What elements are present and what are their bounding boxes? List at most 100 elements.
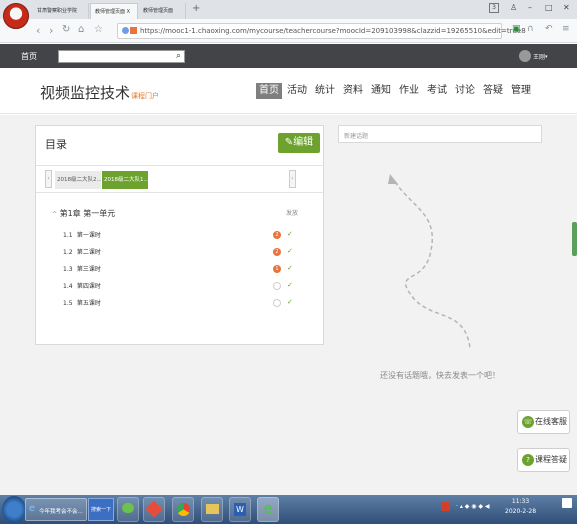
chapter-label: 第1章 第一单元	[59, 209, 116, 218]
lesson-row[interactable]: 1.2 第二课时	[63, 247, 101, 259]
lock-icon	[122, 27, 129, 34]
empty-badge	[273, 299, 281, 307]
dashed-arrow-illustration	[388, 174, 471, 349]
close-window-icon[interactable]: ✕	[563, 3, 570, 12]
check-icon[interactable]: ✓	[287, 281, 293, 289]
headphone-icon[interactable]: ∩	[527, 24, 534, 34]
nav-manage[interactable]: 管理	[511, 83, 531, 99]
edit-button-label: 编辑	[293, 137, 314, 148]
course-qa-button[interactable]: ? 课程答疑	[517, 448, 570, 472]
user-name: 王刚	[533, 53, 546, 61]
maximize-icon[interactable]: □	[545, 3, 553, 12]
page-counter: 3	[489, 3, 499, 13]
search-icon[interactable]: ⌕	[176, 51, 181, 61]
lesson-row[interactable]: 1.1 第一课时	[63, 230, 101, 242]
pencil-icon: ✎	[284, 137, 294, 148]
shirt-icon[interactable]: ♙	[510, 3, 517, 12]
shield-icon	[130, 27, 137, 34]
lesson-name: 第一课时	[76, 232, 101, 239]
question-icon: ?	[522, 454, 534, 466]
undo-icon[interactable]: ↶	[545, 24, 553, 34]
new-topic-placeholder: 新建话题	[344, 133, 369, 140]
star-icon[interactable]: ☆	[94, 24, 103, 35]
release-column-header: 发放	[286, 210, 299, 217]
course-title-text: 视频监控技术	[40, 84, 131, 102]
tab-close-icon[interactable]: X	[127, 9, 130, 15]
new-tab-icon[interactable]: +	[192, 3, 200, 14]
lesson-row[interactable]: 1.5 第五课时	[63, 298, 101, 310]
lesson-name: 第二课时	[76, 249, 101, 256]
lesson-name: 第三课时	[76, 266, 101, 273]
os-taskbar: e 今年我考会不会... 搜索一下 W e · ▴ ◆ ◉ ◆ ◀ 11:33 2…	[0, 495, 577, 524]
online-service-label: 在线客服	[535, 417, 567, 426]
chapter-heading[interactable]: ^ 第1章 第一单元	[52, 208, 115, 219]
ie-browser-icon[interactable]: e	[257, 497, 279, 522]
nav-notice[interactable]: 通知	[371, 83, 391, 99]
extension-icon[interactable]: ▣	[512, 24, 521, 34]
tab-label: 教师管理页面	[95, 9, 126, 15]
site-top-bar: 首页 ⌕ 王刚▾	[0, 44, 577, 68]
url-text: https://mooc1-1.chaoxing.com/mycourse/te…	[140, 27, 526, 35]
forward-icon[interactable]: ›	[49, 24, 53, 37]
nav-exam[interactable]: 考试	[427, 83, 447, 99]
folder-icon[interactable]	[201, 497, 223, 522]
minimize-icon[interactable]: –	[528, 3, 532, 12]
new-topic-input[interactable]: 新建话题	[338, 125, 542, 143]
lesson-row[interactable]: 1.3 第三课时	[63, 264, 101, 276]
reload-icon[interactable]: ↻	[62, 24, 70, 35]
page-scrollbar[interactable]	[572, 222, 577, 256]
ime-icon[interactable]	[441, 502, 450, 511]
nav-activity[interactable]: 活动	[287, 83, 307, 99]
check-icon[interactable]: ✓	[287, 264, 293, 272]
clock-date: 2020-2-28	[505, 508, 537, 515]
pending-badge: 2	[273, 248, 281, 256]
course-portal-link[interactable]: 课程门户	[131, 92, 159, 100]
home-icon[interactable]: ⌂	[78, 24, 84, 35]
wechat-icon[interactable]	[117, 497, 139, 522]
paint-icon[interactable]	[143, 497, 165, 522]
lesson-number: 1.1	[63, 232, 73, 239]
class-tab[interactable]: 2018级二大队2...	[55, 171, 101, 189]
catalog-panel: 目录 ✎编辑 ‹ 2018级二大队2... 2018级二大队1... › ^ 第…	[35, 125, 324, 345]
class-tab-active[interactable]: 2018级二大队1...	[102, 171, 148, 189]
nav-home[interactable]: 首页	[256, 83, 282, 99]
start-button[interactable]	[2, 496, 26, 523]
browser-nav-bar: ‹ › ↻ ⌂ ☆ https://mooc1-1.chaoxing.com/m…	[0, 19, 577, 43]
taskbar-search[interactable]: 搜索一下	[88, 498, 114, 521]
taskbar-task-ie[interactable]: e 今年我考会不会...	[25, 498, 87, 521]
taskbar-clock[interactable]: 11:33 2020-2-28	[505, 497, 536, 517]
catalog-title: 目录	[45, 138, 67, 151]
nav-qa[interactable]: 答疑	[483, 83, 503, 99]
nav-statistics[interactable]: 统计	[315, 83, 335, 99]
check-icon[interactable]: ✓	[287, 298, 293, 306]
nav-homework[interactable]: 作业	[399, 83, 419, 99]
course-title: 视频监控技术课程门户	[40, 82, 159, 103]
lesson-number: 1.5	[63, 300, 73, 307]
nav-materials[interactable]: 资料	[343, 83, 363, 99]
browser-tab-active[interactable]: 教师管理页面 X	[90, 3, 138, 19]
tray-icons[interactable]: · ▴ ◆ ◉ ◆ ◀	[456, 503, 490, 510]
browser-tab[interactable]: 教师管理页面	[139, 3, 186, 19]
taskbar-task-label: 今年我考会不会...	[39, 509, 83, 515]
chrome-icon[interactable]	[172, 497, 194, 522]
site-home-link[interactable]: 首页	[21, 51, 37, 62]
address-bar[interactable]: https://mooc1-1.chaoxing.com/mycourse/te…	[117, 23, 526, 39]
notification-icon[interactable]	[562, 498, 572, 508]
check-icon[interactable]: ✓	[287, 230, 293, 238]
tab-label: 教师管理页面	[143, 8, 174, 14]
site-search-input[interactable]: ⌕	[58, 50, 185, 63]
tab-next-arrow[interactable]: ›	[289, 170, 296, 188]
lesson-number: 1.2	[63, 249, 73, 256]
edit-button[interactable]: ✎编辑	[278, 133, 320, 153]
lesson-row[interactable]: 1.4 第四课时	[63, 281, 101, 293]
tab-prev-arrow[interactable]: ‹	[45, 170, 52, 188]
menu-icon[interactable]: ≡	[562, 24, 570, 34]
user-menu[interactable]: 王刚▾	[519, 50, 554, 63]
word-icon[interactable]: W	[229, 497, 251, 522]
online-service-button[interactable]: ☏ 在线客服	[517, 410, 570, 434]
nav-discussion[interactable]: 讨论	[455, 83, 475, 99]
check-icon[interactable]: ✓	[287, 247, 293, 255]
browser-tab[interactable]: 甘肃警察职业学院	[33, 3, 89, 19]
ie-icon: e	[29, 503, 36, 514]
back-icon[interactable]: ‹	[36, 24, 40, 37]
